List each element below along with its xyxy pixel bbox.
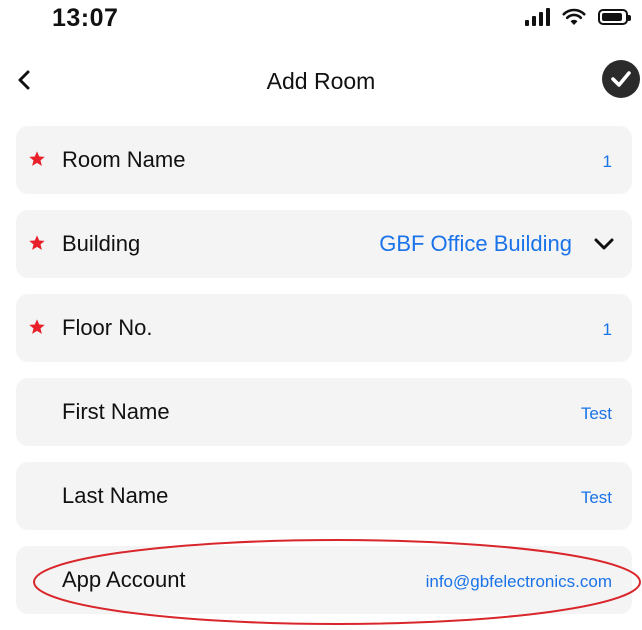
- first-name-value[interactable]: Test: [581, 404, 612, 424]
- first-name-field[interactable]: First Name Test: [16, 378, 632, 446]
- chevron-down-icon[interactable]: [592, 234, 616, 254]
- room-form: Room Name 1 Building GBF Office Building…: [16, 126, 632, 630]
- wifi-icon: [562, 8, 586, 25]
- check-icon: [611, 71, 631, 87]
- required-star-icon: [29, 319, 45, 334]
- floor-no-label: Floor No.: [62, 315, 153, 340]
- first-name-label: First Name: [62, 399, 170, 424]
- cellular-signal-icon: [525, 8, 550, 26]
- room-name-field[interactable]: Room Name 1: [16, 126, 632, 194]
- app-account-value[interactable]: info@gbfelectronics.com: [426, 572, 612, 592]
- building-label: Building: [62, 231, 141, 256]
- room-name-value[interactable]: 1: [603, 152, 612, 172]
- required-star-icon: [29, 235, 45, 250]
- battery-icon: [598, 9, 631, 25]
- building-value[interactable]: GBF Office Building: [379, 231, 572, 257]
- building-field[interactable]: Building GBF Office Building: [16, 210, 632, 278]
- app-account-label: App Account: [62, 567, 186, 592]
- status-bar: 13:07: [0, 0, 642, 40]
- status-time: 13:07: [52, 4, 119, 32]
- confirm-button[interactable]: [602, 60, 640, 98]
- floor-no-value[interactable]: 1: [603, 320, 612, 340]
- required-star-icon: [29, 151, 45, 166]
- nav-bar: Add Room: [0, 56, 642, 106]
- last-name-field[interactable]: Last Name Test: [16, 462, 632, 530]
- room-name-label: Room Name: [62, 147, 186, 172]
- status-icons: [525, 8, 631, 26]
- last-name-label: Last Name: [62, 483, 169, 508]
- page-title: Add Room: [266, 68, 376, 94]
- app-account-field[interactable]: App Account info@gbfelectronics.com: [16, 546, 632, 614]
- floor-no-field[interactable]: Floor No. 1: [16, 294, 632, 362]
- last-name-value[interactable]: Test: [581, 488, 612, 508]
